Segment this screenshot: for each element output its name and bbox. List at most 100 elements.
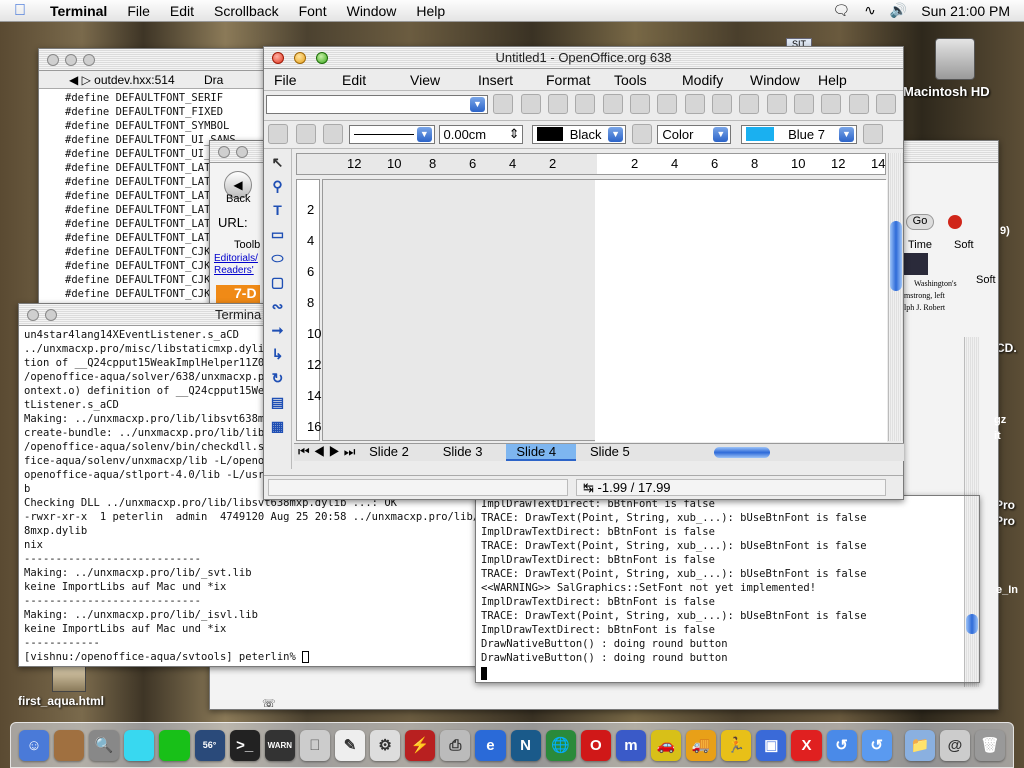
zoom-button[interactable]: [316, 52, 328, 64]
mail-at-icon[interactable]: @: [939, 729, 970, 761]
oo-menu-insert[interactable]: Insert: [468, 72, 536, 88]
chevron-down-icon[interactable]: ▼: [608, 126, 624, 142]
terminal-icon[interactable]: >_: [229, 729, 260, 761]
truck-icon[interactable]: 🚚: [686, 729, 717, 761]
shadow-icon[interactable]: [862, 124, 883, 144]
internet-explorer-icon[interactable]: e: [475, 729, 506, 761]
slide-canvas[interactable]: [322, 179, 887, 442]
m-app-icon[interactable]: m: [615, 729, 646, 761]
apple-icon[interactable]: : [299, 729, 330, 761]
menu-file[interactable]: File: [117, 3, 160, 19]
menu-edit[interactable]: Edit: [160, 3, 204, 19]
fill-type-select[interactable]: Color ▼: [657, 124, 732, 144]
preferences-icon[interactable]: ⚙: [370, 729, 401, 761]
clock[interactable]: Sun 21:00 PM: [921, 3, 1010, 19]
chat-icon[interactable]: 🗨: [832, 2, 850, 19]
editor-file-title[interactable]: outdev.hxx:514: [94, 73, 175, 87]
slide-page[interactable]: [595, 180, 887, 442]
navigator-icon[interactable]: [493, 94, 514, 114]
file-label-first-aqua[interactable]: first_aqua.html: [18, 694, 104, 708]
minimize-button[interactable]: [236, 146, 248, 158]
globe-icon[interactable]: 🌐: [545, 729, 576, 761]
temperature-icon[interactable]: 56°: [194, 729, 225, 761]
menu-font[interactable]: Font: [289, 3, 337, 19]
line-color-select[interactable]: Black ▼: [532, 124, 627, 144]
close-button[interactable]: [47, 54, 59, 66]
terminal-right-scrollbar[interactable]: [964, 496, 979, 682]
menu-scrollback[interactable]: Scrollback: [204, 3, 289, 19]
url-combobox[interactable]: ▼: [266, 94, 488, 114]
close-button[interactable]: [272, 52, 284, 64]
oo-menu-window[interactable]: Window: [740, 72, 808, 88]
car-icon[interactable]: 🚗: [650, 729, 682, 761]
zoom-icon[interactable]: ⚲: [267, 175, 288, 197]
address-book-icon[interactable]: [54, 729, 85, 761]
area-icon[interactable]: [631, 124, 652, 144]
oo-menu-help[interactable]: Help: [808, 72, 876, 88]
hscroll-thumb[interactable]: [713, 447, 770, 459]
console-icon[interactable]: WARN: [264, 729, 295, 761]
line-icon[interactable]: [295, 124, 316, 144]
nav-next-icon[interactable]: ▶: [329, 444, 341, 459]
printer-icon[interactable]: ⎙: [440, 729, 471, 761]
oo-menu-format[interactable]: Format: [536, 72, 604, 88]
cut-icon[interactable]: [657, 94, 678, 114]
fill-color-select[interactable]: Blue 7 ▼: [741, 124, 857, 144]
rotate-icon[interactable]: ↻: [267, 367, 288, 389]
nav-first-icon[interactable]: ⏮: [298, 444, 310, 459]
draw-functions-icon[interactable]: [821, 94, 842, 114]
curve-icon[interactable]: ∾: [267, 295, 288, 317]
line-arrow-icon[interactable]: ➞: [267, 319, 288, 341]
slide-tab-5[interactable]: Slide 5: [580, 444, 650, 459]
apple-menu-icon[interactable]: : [0, 2, 40, 20]
minimize-button[interactable]: [65, 54, 77, 66]
zoom-button[interactable]: [83, 54, 95, 66]
chevron-down-icon[interactable]: ▼: [713, 126, 729, 142]
volume-icon[interactable]: 🔊: [890, 2, 907, 19]
terminal-right-output[interactable]: ImplDrawTextDirect: bBtnFont is false TRA…: [476, 496, 979, 680]
print-icon[interactable]: [630, 94, 651, 114]
textedit-icon[interactable]: ✎: [334, 729, 366, 761]
nav-back-icon[interactable]: ◀: [69, 73, 78, 87]
seven-day-badge[interactable]: 7-D: [216, 285, 260, 305]
netscape-icon[interactable]: N: [510, 729, 541, 761]
line-width-input[interactable]: 0.00cm ⇕: [438, 124, 523, 144]
chevron-down-icon[interactable]: ▼: [839, 126, 854, 142]
minimize-button[interactable]: [45, 309, 57, 321]
save-icon[interactable]: [602, 94, 623, 114]
gallery-icon[interactable]: [848, 94, 869, 114]
lightning-icon[interactable]: ⚡: [405, 729, 436, 761]
trash-icon[interactable]: 🗑: [974, 729, 1006, 761]
rectangle-icon[interactable]: ▭: [267, 223, 288, 245]
edit-file-icon[interactable]: [520, 94, 541, 114]
sherlock-icon[interactable]: 🔍: [89, 729, 120, 761]
stepper-icon[interactable]: ⇕: [509, 126, 520, 142]
oo-titlebar[interactable]: Untitled1 - OpenOffice.org 638: [264, 47, 903, 69]
monitor-icon[interactable]: ▣: [756, 729, 787, 761]
menu-window[interactable]: Window: [337, 3, 407, 19]
arrow-style-icon[interactable]: [323, 124, 344, 144]
oo-vertical-scrollbar[interactable]: [888, 153, 903, 441]
go-button[interactable]: Go: [906, 214, 934, 230]
slide-tab-3[interactable]: Slide 3: [433, 444, 503, 459]
menu-app-terminal[interactable]: Terminal: [40, 3, 117, 19]
chevron-down-icon[interactable]: ▼: [470, 96, 485, 112]
terminal-right-scroll-thumb[interactable]: [966, 614, 978, 634]
close-button[interactable]: [27, 309, 39, 321]
select-arrow-icon[interactable]: ↖: [267, 151, 288, 173]
ellipse-icon[interactable]: ⬭: [267, 247, 288, 269]
text-tool-icon[interactable]: T: [267, 199, 288, 221]
nav-last-icon[interactable]: ⏭: [344, 444, 356, 459]
wifi-icon[interactable]: ∿: [864, 2, 876, 19]
file-icon[interactable]: [52, 664, 86, 692]
paste-icon[interactable]: [712, 94, 733, 114]
sync2-icon[interactable]: ↺: [861, 729, 892, 761]
stop-icon[interactable]: [948, 215, 962, 229]
chevron-down-icon[interactable]: ▼: [416, 126, 432, 142]
edit-points-icon[interactable]: [268, 124, 288, 144]
cyan-app-icon[interactable]: [124, 729, 155, 761]
sync-icon[interactable]: ↺: [826, 729, 857, 761]
editor-titlebar[interactable]: [39, 49, 277, 71]
oo-menu-view[interactable]: View: [400, 72, 468, 88]
undo-icon[interactable]: [739, 94, 760, 114]
